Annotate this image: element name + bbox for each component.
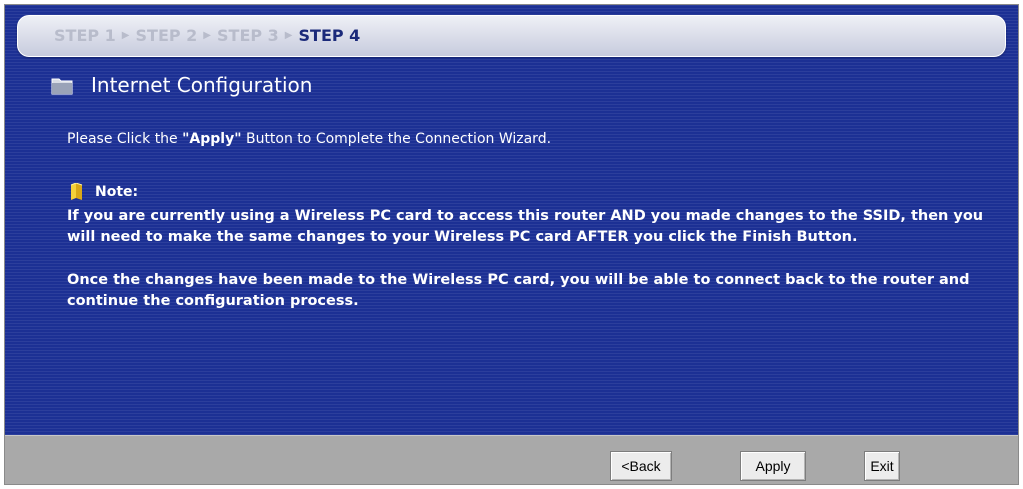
note-icon — [70, 183, 83, 200]
step-3: STEP 3 — [217, 26, 279, 45]
note-label: Note: — [95, 184, 139, 200]
note-paragraph: Once the changes have been made to the W… — [67, 272, 970, 309]
page-header: Internet Configuration — [51, 73, 312, 97]
wizard-window: STEP 1 ▶ STEP 2 ▶ STEP 3 ▶ STEP 4 Intern… — [4, 4, 1019, 485]
instruction-suffix: Button to Complete the Connection Wizard… — [241, 131, 552, 147]
step-2: STEP 2 — [135, 26, 198, 45]
note-header: Note: — [69, 183, 138, 201]
step-1: STEP 1 — [54, 26, 116, 45]
note-paragraph: If you are currently using a Wireless PC… — [67, 208, 984, 245]
wizard-content: STEP 1 ▶ STEP 2 ▶ STEP 3 ▶ STEP 4 Intern… — [5, 5, 1018, 435]
note-body: If you are currently using a Wireless PC… — [67, 206, 1007, 334]
step-arrow-icon: ▶ — [284, 30, 293, 41]
step-list: STEP 1 ▶ STEP 2 ▶ STEP 3 ▶ STEP 4 — [54, 26, 360, 45]
page-title: Internet Configuration — [91, 73, 313, 97]
apply-button[interactable]: Apply — [740, 451, 806, 481]
instruction-text: Please Click the "Apply" Button to Compl… — [67, 131, 551, 147]
folder-icon — [51, 78, 73, 95]
step-4-current: STEP 4 — [298, 26, 361, 45]
exit-button[interactable]: Exit — [864, 451, 900, 481]
instruction-highlight: "Apply" — [182, 131, 242, 147]
button-bar: <Back Apply Exit — [5, 435, 1018, 484]
instruction-prefix: Please Click the — [67, 131, 183, 147]
step-arrow-icon: ▶ — [121, 30, 130, 41]
step-indicator-bar: STEP 1 ▶ STEP 2 ▶ STEP 3 ▶ STEP 4 — [17, 15, 1006, 57]
step-arrow-icon: ▶ — [203, 30, 211, 41]
back-button[interactable]: <Back — [610, 451, 672, 481]
